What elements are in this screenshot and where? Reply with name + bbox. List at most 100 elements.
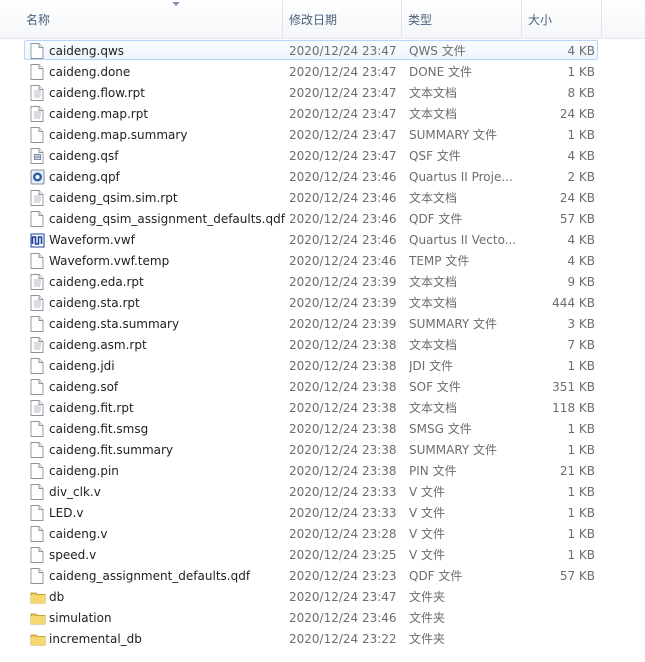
file-row[interactable]: caideng.sta.summary 2020/12/24 23:39 SUMMA…: [24, 313, 598, 333]
blank-file-icon: [30, 211, 44, 227]
blank-file-icon: [30, 526, 44, 542]
file-row[interactable]: caideng.v 2020/12/24 23:28 V 文件 1 KB: [24, 523, 598, 543]
folder-icon: [30, 610, 46, 626]
file-type: SMSG 文件: [409, 422, 472, 436]
file-row[interactable]: caideng.flow.rpt 2020/12/24 23:47 文本文档 8 KB: [24, 82, 598, 102]
file-size: 57 KB: [559, 569, 595, 583]
file-date: 2020/12/24 23:46: [289, 611, 397, 625]
file-size: 351 KB: [552, 380, 595, 394]
file-date: 2020/12/24 23:47: [289, 65, 397, 79]
file-row[interactable]: caideng.pin 2020/12/24 23:38 PIN 文件 21 KB: [24, 460, 598, 480]
file-date: 2020/12/24 23:22: [289, 632, 397, 646]
file-row[interactable]: caideng.qsf 2020/12/24 23:47 QSF 文件 4 KB: [24, 145, 598, 165]
file-type: V 文件: [409, 527, 446, 541]
file-row[interactable]: caideng.qpf 2020/12/24 23:46 Quartus II Pr…: [24, 166, 598, 186]
file-name: caideng.sta.summary: [49, 317, 180, 331]
file-row[interactable]: incremental_db 2020/12/24 23:22 文件夹: [24, 628, 598, 648]
file-size: 9 KB: [567, 275, 595, 289]
file-name: caideng.asm.rpt: [49, 338, 147, 352]
column-header-size-label: 大小: [528, 13, 553, 27]
column-header-date[interactable]: 修改日期: [283, 0, 402, 38]
file-row[interactable]: caideng_qsim_assignment_defaults.qdf 2020…: [24, 208, 598, 228]
file-size: 1 KB: [567, 65, 595, 79]
text-file-icon: [30, 85, 44, 101]
column-header-type[interactable]: 类型: [402, 0, 522, 38]
file-name: caideng.qpf: [49, 170, 120, 184]
file-date: 2020/12/24 23:38: [289, 380, 397, 394]
blank-file-icon: [30, 547, 44, 563]
file-row[interactable]: caideng.map.rpt 2020/12/24 23:47 文本文档 24 KB: [24, 103, 598, 123]
file-name: caideng.fit.summary: [49, 443, 174, 457]
file-date: 2020/12/24 23:25: [289, 548, 397, 562]
file-row[interactable]: caideng.done 2020/12/24 23:47 DONE 文件 1 KB: [24, 61, 598, 81]
file-row[interactable]: Waveform.vwf.temp 2020/12/24 23:46 TEMP 文件…: [24, 250, 598, 270]
file-row[interactable]: speed.v 2020/12/24 23:25 V 文件 1 KB: [24, 544, 598, 564]
blank-file-icon: [30, 463, 44, 479]
file-type: V 文件: [409, 548, 446, 562]
sort-indicator-icon: [172, 2, 180, 6]
file-size: 1 KB: [567, 485, 595, 499]
file-row[interactable]: caideng.asm.rpt 2020/12/24 23:38 文本文档 7 KB: [24, 334, 598, 354]
file-name: simulation: [49, 611, 112, 625]
blank-file-icon: [30, 421, 44, 437]
file-name: caideng.flow.rpt: [49, 86, 146, 100]
file-row[interactable]: caideng.map.summary 2020/12/24 23:47 SUMMA…: [24, 124, 598, 144]
file-date: 2020/12/24 23:39: [289, 296, 397, 310]
file-row[interactable]: caideng.eda.rpt 2020/12/24 23:39 文本文档 9 KB: [24, 271, 598, 291]
column-header-size[interactable]: 大小: [522, 0, 602, 38]
file-row[interactable]: caideng.fit.smsg 2020/12/24 23:38 SMSG 文件 1…: [24, 418, 598, 438]
text-file-icon: [30, 337, 44, 353]
file-type: QWS 文件: [409, 44, 466, 58]
file-size: 1 KB: [567, 128, 595, 142]
text-file-icon: [30, 274, 44, 290]
file-row[interactable]: caideng.jdi 2020/12/24 23:38 JDI 文件 1 KB: [24, 355, 598, 375]
blank-file-icon: [30, 253, 44, 269]
file-row[interactable]: caideng.fit.rpt 2020/12/24 23:38 文本文档 118 K…: [24, 397, 598, 417]
file-type: JDI 文件: [409, 359, 454, 373]
file-date: 2020/12/24 23:46: [289, 170, 397, 184]
file-date: 2020/12/24 23:38: [289, 359, 397, 373]
file-row[interactable]: caideng.sta.rpt 2020/12/24 23:39 文本文档 444 K…: [24, 292, 598, 312]
blank-file-icon: [30, 127, 44, 143]
file-type: 文本文档: [409, 338, 458, 352]
file-size: 2 KB: [567, 170, 595, 184]
file-row[interactable]: Waveform.vwf 2020/12/24 23:46 Quartus II V…: [24, 229, 598, 249]
file-row[interactable]: caideng.qws 2020/12/24 23:47 QWS 文件 4 KB: [24, 40, 598, 60]
file-date: 2020/12/24 23:47: [289, 149, 397, 163]
file-size: 4 KB: [567, 233, 595, 247]
file-type: 文本文档: [409, 191, 458, 205]
file-row[interactable]: caideng.fit.summary 2020/12/24 23:38 SUMMA…: [24, 439, 598, 459]
file-type: QDF 文件: [409, 212, 463, 226]
file-name: caideng.eda.rpt: [49, 275, 144, 289]
file-name: caideng.done: [49, 65, 131, 79]
file-type: SOF 文件: [409, 380, 461, 394]
file-row[interactable]: LED.v 2020/12/24 23:33 V 文件 1 KB: [24, 502, 598, 522]
folder-icon: [30, 589, 46, 605]
file-type: QDF 文件: [409, 569, 463, 583]
file-row[interactable]: caideng.sof 2020/12/24 23:38 SOF 文件 351 KB: [24, 376, 598, 396]
file-name: Waveform.vwf.temp: [49, 254, 170, 268]
file-size: 3 KB: [567, 317, 595, 331]
file-date: 2020/12/24 23:47: [289, 128, 397, 142]
file-type: SUMMARY 文件: [409, 317, 498, 331]
file-size: 1 KB: [567, 443, 595, 457]
file-type: Quartus II Vecto...: [409, 233, 517, 247]
file-row[interactable]: simulation 2020/12/24 23:46 文件夹: [24, 607, 598, 627]
file-date: 2020/12/24 23:38: [289, 401, 397, 415]
file-date: 2020/12/24 23:46: [289, 191, 397, 205]
file-row[interactable]: div_clk.v 2020/12/24 23:33 V 文件 1 KB: [24, 481, 598, 501]
column-header-type-label: 类型: [408, 13, 433, 27]
file-name: caideng.pin: [49, 464, 119, 478]
column-header-name[interactable]: 名称: [20, 0, 283, 38]
file-type: 文本文档: [409, 86, 458, 100]
file-name: incremental_db: [49, 632, 142, 646]
text-file-icon: [30, 295, 44, 311]
text-file-icon: [30, 106, 44, 122]
file-date: 2020/12/24 23:33: [289, 506, 397, 520]
file-date: 2020/12/24 23:39: [289, 275, 397, 289]
file-row[interactable]: caideng_assignment_defaults.qdf 2020/12/2…: [24, 565, 598, 585]
file-size: 1 KB: [567, 359, 595, 373]
file-name: Waveform.vwf: [49, 233, 135, 247]
file-row[interactable]: db 2020/12/24 23:47 文件夹: [24, 586, 598, 606]
file-row[interactable]: caideng_qsim.sim.rpt 2020/12/24 23:46 文本文档…: [24, 187, 598, 207]
